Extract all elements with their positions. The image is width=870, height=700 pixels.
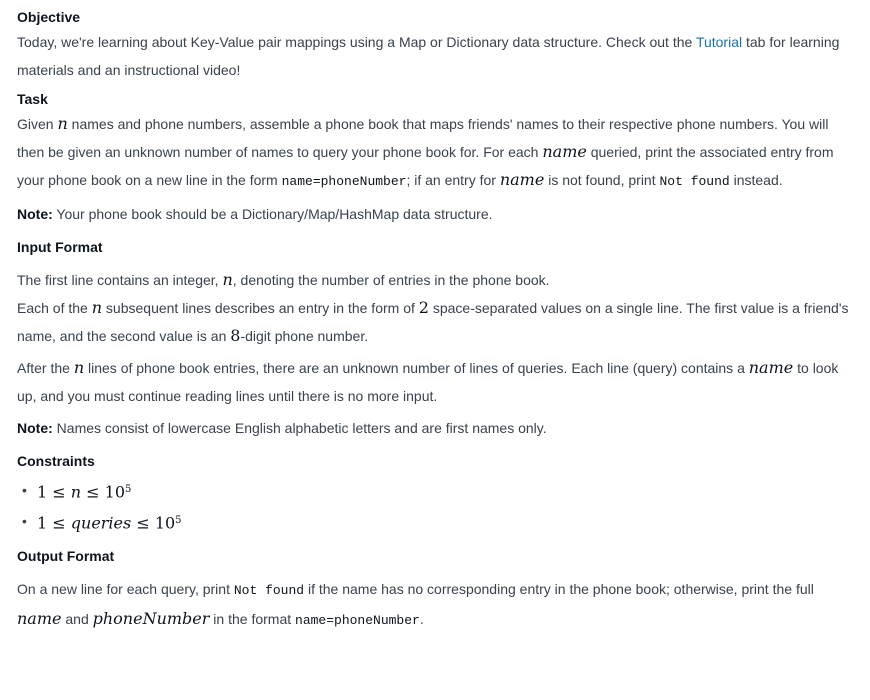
objective-text: Today, we're learning about Key-Value pa… — [17, 34, 840, 78]
note-label: Note: — [17, 206, 53, 222]
code-name-phone: name=phoneNumber — [295, 613, 420, 629]
var-name: name — [17, 609, 62, 629]
note-label: Note: — [17, 420, 53, 436]
output-format-text: On a new line for each query, print Not … — [17, 581, 814, 629]
code-not-found: Not found — [659, 174, 730, 189]
bullet-icon: • — [22, 482, 27, 498]
var-name: name — [542, 142, 587, 161]
var-phone-number: phoneNumber — [92, 609, 210, 629]
input-format-heading: Input Format — [17, 239, 103, 255]
code-not-found: Not found — [233, 583, 305, 599]
num-eight: 8 — [230, 326, 241, 345]
tutorial-link[interactable]: Tutorial — [696, 34, 742, 50]
var-n: n — [57, 114, 68, 133]
num-two: 2 — [418, 298, 429, 317]
constraints-list: • 1 ≤ n ≤ 105 • 1 ≤ queries ≤ 105 — [17, 476, 853, 537]
input-format-note: Note: Names consist of lowercase English… — [17, 420, 547, 436]
var-n: n — [222, 270, 233, 289]
task-text: Given n names and phone numbers, assembl… — [17, 114, 834, 189]
constraints-heading: Constraints — [17, 453, 95, 469]
bullet-icon: • — [22, 512, 27, 529]
input-format-line1: The first line contains an integer, n, d… — [17, 270, 550, 289]
constraint-item: • 1 ≤ queries ≤ 105 — [22, 507, 853, 538]
task-heading: Task — [17, 91, 48, 107]
code-name-phone: name=phoneNumber — [281, 174, 407, 189]
constraint-item: • 1 ≤ n ≤ 105 — [22, 476, 853, 507]
task-note: Note: Your phone book should be a Dictio… — [17, 206, 493, 222]
output-format-heading: Output Format — [17, 548, 115, 565]
var-n: n — [73, 358, 85, 377]
var-name: name — [748, 358, 794, 377]
objective-heading: Objective — [17, 9, 81, 25]
var-name: name — [499, 170, 545, 189]
input-format-queries: After the n lines of phone book entries,… — [17, 358, 839, 404]
input-format-line2: Each of the n subsequent lines describes… — [17, 298, 849, 345]
problem-statement: Objective Today, we're learning about Ke… — [0, 0, 870, 635]
var-n: n — [91, 298, 103, 317]
